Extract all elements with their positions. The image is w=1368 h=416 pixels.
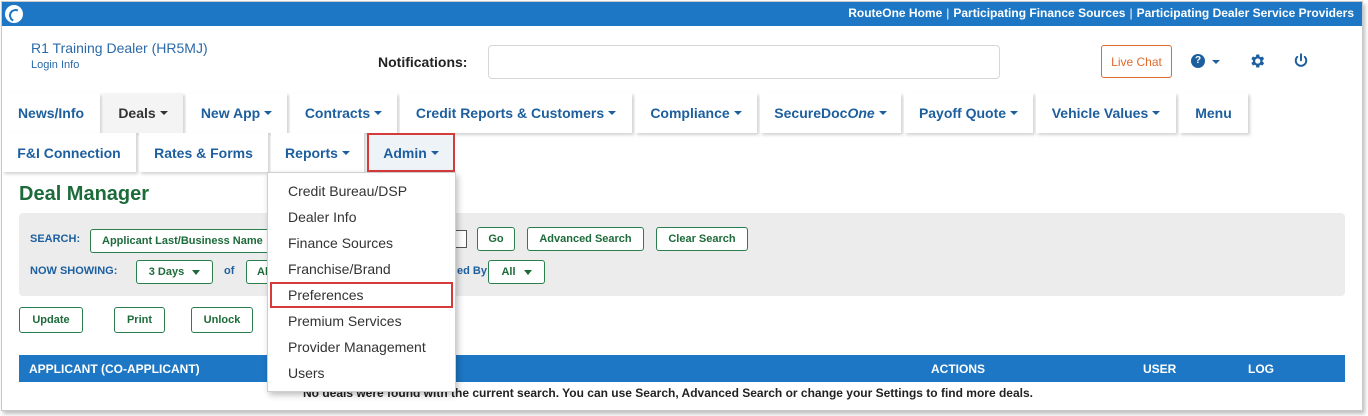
search-label: SEARCH: <box>30 233 81 245</box>
column-log: LOG <box>1248 362 1274 376</box>
tab-label: Admin <box>383 144 427 161</box>
notifications-box[interactable] <box>488 45 1000 79</box>
days-select[interactable]: 3 Days <box>136 260 213 284</box>
power-icon[interactable] <box>1292 52 1310 70</box>
print-button[interactable]: Print <box>114 307 165 333</box>
chevron-down-icon <box>341 150 350 155</box>
search-panel <box>19 213 1345 296</box>
dealer-service-providers-link[interactable]: Participating Dealer Service Providers <box>1137 6 1354 20</box>
tab-rates-forms[interactable]: Rates & Forms <box>139 133 268 172</box>
tab-deals[interactable]: Deals <box>103 93 183 133</box>
chevron-down-icon <box>733 111 742 115</box>
tab-label: Deals <box>118 105 156 121</box>
chevron-down-icon <box>608 111 617 115</box>
go-button[interactable]: Go <box>477 227 515 251</box>
secondary-nav: F&I Connection Rates & Forms Reports Adm… <box>2 133 1362 172</box>
admin-dropdown-menu: Credit Bureau/DSP Dealer Info Finance So… <box>267 172 456 392</box>
dealer-name: R1 Training Dealer (HR5MJ) <box>31 40 208 56</box>
finance-sources-link[interactable]: Participating Finance Sources <box>953 6 1125 20</box>
menu-item-premium-services[interactable]: Premium Services <box>270 308 453 334</box>
tab-payoff-quote[interactable]: Payoff Quote <box>904 93 1033 133</box>
link-separator: | <box>946 6 950 20</box>
tab-label: Contracts <box>304 105 371 121</box>
tab-label: Vehicle Values <box>1051 105 1149 121</box>
help-icon[interactable]: ? <box>1191 54 1205 68</box>
routeone-logo-icon[interactable] <box>5 5 23 23</box>
gear-icon[interactable] <box>1248 52 1266 70</box>
top-links: RouteOne Home | Participating Finance So… <box>848 6 1354 20</box>
by-select[interactable]: All <box>488 260 545 284</box>
column-actions: ACTIONS <box>931 362 985 376</box>
top-bar: RouteOne Home | Participating Finance So… <box>2 2 1362 26</box>
chevron-down-icon <box>523 269 532 275</box>
menu-item-franchise-brand[interactable]: Franchise/Brand <box>270 256 453 282</box>
tab-label: Credit Reports & Customers <box>415 105 605 121</box>
chevron-down-icon <box>192 269 201 275</box>
tab-label: Rates & Forms <box>154 144 253 161</box>
tab-securedocone[interactable]: SecureDoc One <box>760 93 901 133</box>
login-info-link[interactable]: Login Info <box>31 59 79 71</box>
tab-fi-connection[interactable]: F&I Connection <box>2 133 136 172</box>
link-separator: | <box>1129 6 1133 20</box>
tab-vehicle-values[interactable]: Vehicle Values <box>1036 93 1176 133</box>
now-showing-label: NOW SHOWING: <box>30 265 118 277</box>
tab-credit-reports[interactable]: Credit Reports & Customers <box>400 93 632 133</box>
advanced-search-button[interactable]: Advanced Search <box>527 227 644 251</box>
menu-item-dealer-info[interactable]: Dealer Info <box>270 204 453 230</box>
tab-label: New App <box>200 105 261 121</box>
days-value: 3 Days <box>148 266 185 278</box>
chevron-down-icon <box>264 111 273 115</box>
tab-label-italic: One <box>847 105 875 121</box>
by-value: All <box>501 266 516 278</box>
tab-new-app[interactable]: New App <box>186 93 287 133</box>
chevron-down-icon <box>1152 111 1161 115</box>
menu-item-preferences[interactable]: Preferences <box>270 282 453 308</box>
search-field-select[interactable]: Applicant Last/Business Name <box>90 229 270 253</box>
unlock-button[interactable]: Unlock <box>191 307 253 333</box>
live-chat-button[interactable]: Live Chat <box>1101 45 1172 78</box>
notifications-label: Notifications: <box>378 54 468 70</box>
chevron-down-icon[interactable] <box>1212 60 1220 64</box>
chevron-down-icon <box>430 150 439 155</box>
clear-search-button[interactable]: Clear Search <box>656 227 748 251</box>
menu-item-finance-sources[interactable]: Finance Sources <box>270 230 453 256</box>
main-nav: News/Info Deals New App Contracts Credit… <box>2 93 1362 133</box>
tab-label: F&I Connection <box>17 144 121 161</box>
tab-label: Compliance <box>650 105 730 121</box>
by-label: ed By <box>457 265 487 277</box>
app-window: RouteOne Home | Participating Finance So… <box>1 1 1363 411</box>
tab-admin[interactable]: Admin <box>367 133 455 172</box>
tab-reports[interactable]: Reports <box>271 133 364 172</box>
tab-label: News/Info <box>17 105 85 121</box>
chevron-down-icon <box>159 111 168 115</box>
tab-compliance[interactable]: Compliance <box>635 93 757 133</box>
column-user[interactable]: USER <box>1143 362 1176 376</box>
tab-news-info[interactable]: News/Info <box>2 93 100 133</box>
tab-label: Menu <box>1195 105 1232 121</box>
chevron-down-icon <box>878 111 887 115</box>
table-header: APPLICANT (CO-APPLICANT) ACTIONS USER LO… <box>19 355 1345 382</box>
menu-item-users[interactable]: Users <box>270 360 453 386</box>
tab-label: Reports <box>285 144 338 161</box>
tab-label: Payoff Quote <box>918 105 1007 121</box>
tab-menu[interactable]: Menu <box>1179 93 1248 133</box>
chevron-down-icon <box>374 111 383 115</box>
of-label: of <box>224 265 235 277</box>
menu-item-credit-bureau[interactable]: Credit Bureau/DSP <box>270 178 453 204</box>
tab-contracts[interactable]: Contracts <box>290 93 397 133</box>
chevron-down-icon <box>1010 111 1019 115</box>
menu-item-provider-management[interactable]: Provider Management <box>270 334 453 360</box>
update-button[interactable]: Update <box>19 307 83 333</box>
tab-label: SecureDoc <box>774 105 848 121</box>
routeone-home-link[interactable]: RouteOne Home <box>848 6 942 20</box>
column-applicant[interactable]: APPLICANT (CO-APPLICANT) <box>29 362 200 376</box>
page-title: Deal Manager <box>19 183 150 205</box>
